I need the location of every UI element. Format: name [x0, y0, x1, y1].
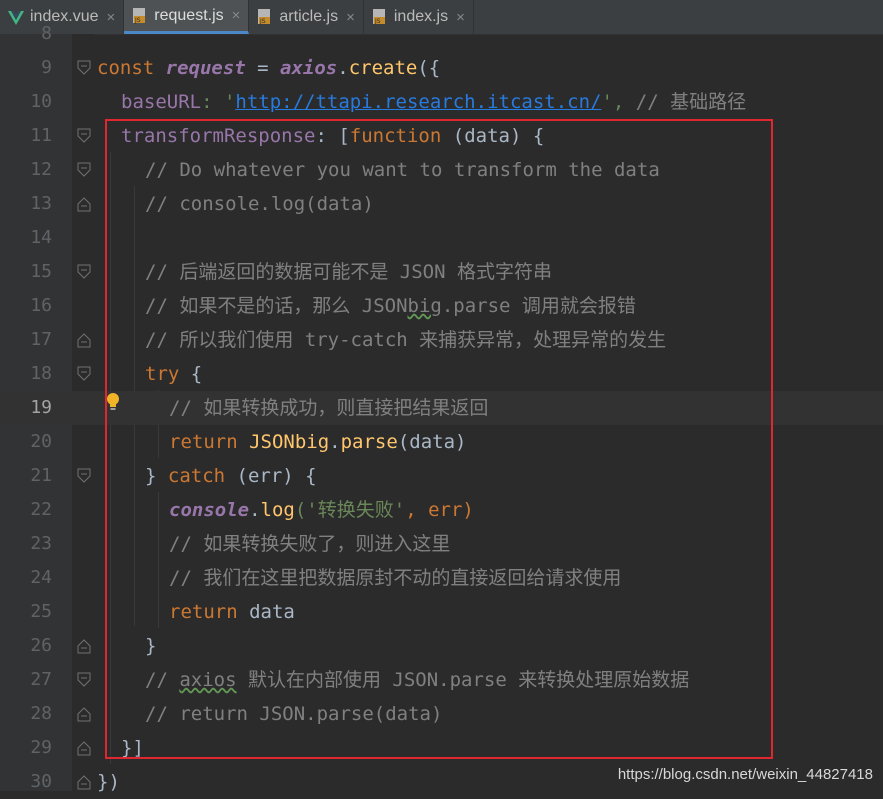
- code-line: 10 baseURL: 'http://ttapi.research.itcas…: [0, 85, 883, 119]
- line-number: 25: [30, 601, 52, 622]
- highlight-box: [105, 119, 773, 759]
- line-number: 22: [30, 499, 52, 520]
- code-text: }): [97, 771, 120, 793]
- line-number: 14: [30, 227, 52, 248]
- line-number: 8: [41, 23, 52, 44]
- line-number: 26: [30, 635, 52, 656]
- line-number: 21: [30, 465, 52, 486]
- fold-open-icon[interactable]: [77, 264, 91, 280]
- watermark: https://blog.csdn.net/weixin_44827418: [617, 766, 873, 783]
- fold-close-icon[interactable]: [77, 740, 91, 756]
- line-number: 27: [30, 669, 52, 690]
- line-number: 29: [30, 737, 52, 758]
- line-number: 16: [30, 295, 52, 316]
- fold-close-icon[interactable]: [77, 196, 91, 212]
- code-text: baseURL: 'http://ttapi.research.itcast.c…: [121, 91, 747, 113]
- fold-close-icon[interactable]: [77, 332, 91, 348]
- line-number: 19: [30, 397, 52, 418]
- fold-open-icon[interactable]: [77, 128, 91, 144]
- fold-close-icon[interactable]: [77, 706, 91, 722]
- fold-open-icon[interactable]: [77, 162, 91, 178]
- code-text: const request = axios.create({: [97, 57, 441, 79]
- line-number: 24: [30, 567, 52, 588]
- line-number: 30: [30, 771, 52, 792]
- line-number: 15: [30, 261, 52, 282]
- line-number: 13: [30, 193, 52, 214]
- line-number: 20: [30, 431, 52, 452]
- line-number: 28: [30, 703, 52, 724]
- fold-close-icon[interactable]: [77, 638, 91, 654]
- fold-close-icon[interactable]: [77, 774, 91, 790]
- fold-open-icon[interactable]: [77, 60, 91, 76]
- line-number: 11: [30, 125, 52, 146]
- line-number: 18: [30, 363, 52, 384]
- code-line: 8: [0, 17, 883, 51]
- url-link[interactable]: http://ttapi.research.itcast.cn/: [235, 91, 601, 113]
- fold-open-icon[interactable]: [77, 468, 91, 484]
- code-line: 9 const request = axios.create({: [0, 51, 883, 85]
- fold-open-icon[interactable]: [77, 366, 91, 382]
- line-number: 17: [30, 329, 52, 350]
- line-number: 9: [41, 57, 52, 78]
- line-number: 10: [30, 91, 52, 112]
- line-number: 12: [30, 159, 52, 180]
- fold-open-icon[interactable]: [77, 672, 91, 688]
- line-number: 23: [30, 533, 52, 554]
